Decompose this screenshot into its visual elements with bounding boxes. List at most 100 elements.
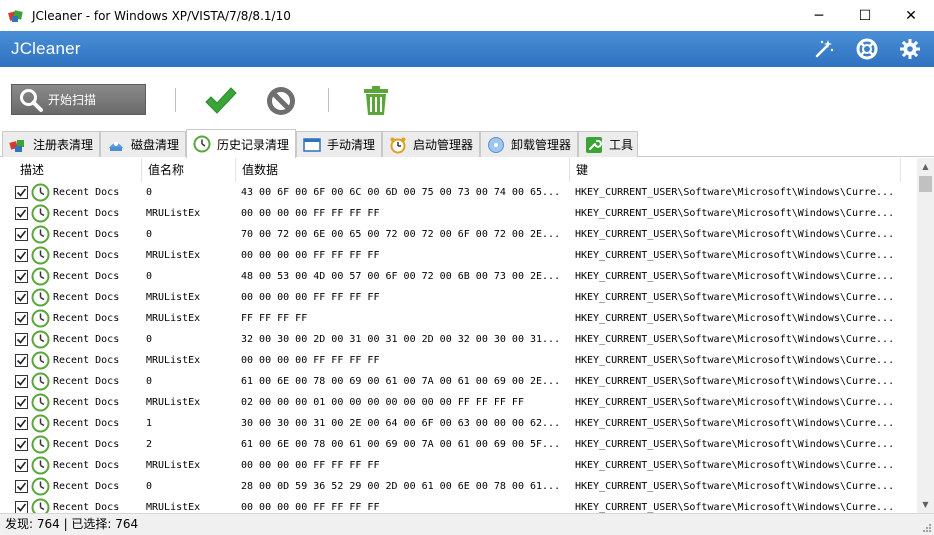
row-checkbox[interactable] (15, 501, 28, 513)
row-checkbox[interactable] (15, 459, 28, 472)
vertical-scrollbar[interactable]: ▲ ▼ (917, 158, 934, 513)
table-row[interactable]: Recent Docs MRUListEx 00 00 00 00 FF FF FF… (0, 497, 917, 513)
table-row[interactable]: Recent Docs 0 61 00 6E 00 78 00 69 00 61 0… (0, 371, 917, 392)
cell-value-data: 00 00 00 00 FF FF FF FF (241, 292, 380, 303)
column-header-key[interactable]: 键 (570, 158, 901, 182)
tab-label: 磁盘清理 (131, 138, 180, 152)
maximize-button[interactable]: ☐ (842, 0, 888, 31)
scroll-up-arrow[interactable]: ▲ (917, 158, 934, 175)
history-clock-icon (31, 414, 50, 433)
table-row[interactable]: Recent Docs 0 70 00 72 00 6E 00 65 00 72 0… (0, 224, 917, 245)
scrollbar-thumb[interactable] (919, 176, 932, 192)
cell-value-data: 00 00 00 00 FF FF FF FF (241, 460, 380, 471)
cell-key: HKEY_CURRENT_USER\Software\Microsoft\Win… (575, 397, 895, 408)
cell-key: HKEY_CURRENT_USER\Software\Microsoft\Win… (575, 481, 895, 492)
cell-value-name: MRUListEx (146, 460, 201, 471)
tab-history-clean[interactable]: 历史记录清理 (186, 129, 296, 158)
row-checkbox[interactable] (15, 354, 28, 367)
history-clock-icon (31, 351, 50, 370)
wrench-icon (586, 136, 602, 153)
scroll-down-arrow[interactable]: ▼ (917, 496, 934, 513)
column-header-value-data[interactable]: 值数据 (236, 158, 570, 182)
registry-icon (9, 139, 24, 152)
table-row[interactable]: Recent Docs MRUListEx 00 00 00 00 FF FF FF… (0, 245, 917, 266)
column-header-value-name[interactable]: 值名称 (142, 158, 236, 182)
app-header: JCleaner (0, 31, 934, 67)
close-button[interactable]: ✕ (888, 0, 934, 31)
cell-value-data: 43 00 6F 00 6F 00 6C 00 6D 00 75 00 73 0… (241, 187, 561, 198)
table-row[interactable]: Recent Docs MRUListEx 00 00 00 00 FF FF FF… (0, 287, 917, 308)
row-checkbox[interactable] (15, 333, 28, 346)
row-checkbox[interactable] (15, 438, 28, 451)
table-row[interactable]: Recent Docs MRUListEx 02 00 00 00 01 00 00… (0, 392, 917, 413)
cell-key: HKEY_CURRENT_USER\Software\Microsoft\Win… (575, 187, 895, 198)
cell-key: HKEY_CURRENT_USER\Software\Microsoft\Win… (575, 460, 895, 471)
history-clock-icon (31, 288, 50, 307)
row-checkbox[interactable] (15, 417, 28, 430)
tab-tools[interactable]: 工具 (578, 131, 638, 157)
table-row[interactable]: Recent Docs MRUListEx 00 00 00 00 FF FF FF… (0, 203, 917, 224)
row-checkbox[interactable] (15, 396, 28, 409)
disk-icon (109, 141, 123, 151)
table-row[interactable]: Recent Docs 1 30 00 30 00 31 00 2E 00 64 0… (0, 413, 917, 434)
cancel-icon[interactable] (264, 84, 298, 118)
resize-grip-icon[interactable] (921, 522, 931, 532)
trash-icon[interactable] (359, 84, 393, 118)
start-scan-button[interactable]: 开始扫描 (11, 84, 146, 115)
history-clock-icon (31, 456, 50, 475)
row-checkbox[interactable] (15, 249, 28, 262)
row-checkbox[interactable] (15, 291, 28, 304)
table-row[interactable]: Recent Docs 0 28 00 0D 59 36 52 29 00 2D 0… (0, 476, 917, 497)
history-clock-icon (31, 435, 50, 454)
cell-description: Recent Docs (53, 460, 120, 471)
tab-registry-clean[interactable]: 注册表清理 (2, 131, 100, 157)
cell-value-data: 00 00 00 00 FF FF FF FF (241, 502, 380, 513)
cell-description: Recent Docs (53, 418, 120, 429)
table-row[interactable]: Recent Docs 0 43 00 6F 00 6F 00 6C 00 6D 0… (0, 182, 917, 203)
checkmark-icon[interactable] (203, 84, 237, 118)
table-row[interactable]: Recent Docs 0 32 00 30 00 2D 00 31 00 31 0… (0, 329, 917, 350)
row-checkbox[interactable] (15, 186, 28, 199)
minimize-button[interactable]: ─ (796, 0, 842, 31)
table-row[interactable]: Recent Docs MRUListEx FF FF FF FF HKEY_CURR… (0, 308, 917, 329)
cell-value-name: MRUListEx (146, 313, 201, 324)
gear-icon[interactable] (899, 38, 921, 60)
cell-value-name: 1 (146, 418, 153, 429)
table-row[interactable]: Recent Docs MRUListEx 00 00 00 00 FF FF FF… (0, 455, 917, 476)
cd-icon (488, 136, 504, 153)
row-checkbox[interactable] (15, 312, 28, 325)
cell-key: HKEY_CURRENT_USER\Software\Microsoft\Win… (575, 208, 895, 219)
row-checkbox[interactable] (15, 270, 28, 283)
row-checkbox[interactable] (15, 228, 28, 241)
table-row[interactable]: Recent Docs 0 48 00 53 00 4D 00 57 00 6F 0… (0, 266, 917, 287)
lifebuoy-icon[interactable] (856, 38, 878, 60)
tab-manual-clean[interactable]: 手动清理 (296, 131, 382, 157)
cell-description: Recent Docs (53, 502, 120, 513)
tab-disk-clean[interactable]: 磁盘清理 (100, 131, 186, 157)
cell-description: Recent Docs (53, 439, 120, 450)
window-icon (303, 137, 321, 152)
cell-value-data: 30 00 30 00 31 00 2E 00 64 00 6F 00 63 0… (241, 418, 561, 429)
cell-description: Recent Docs (53, 187, 120, 198)
cell-description: Recent Docs (53, 271, 120, 282)
app-window: JCleaner - for Windows XP/VISTA/7/8/8.1/… (0, 0, 934, 535)
row-checkbox[interactable] (15, 480, 28, 493)
cell-value-name: MRUListEx (146, 397, 201, 408)
table-row[interactable]: Recent Docs MRUListEx 00 00 00 00 FF FF FF… (0, 350, 917, 371)
cell-description: Recent Docs (53, 313, 120, 324)
table-row[interactable]: Recent Docs 2 61 00 6E 00 78 00 61 00 69 0… (0, 434, 917, 455)
row-checkbox[interactable] (15, 375, 28, 388)
column-header-description[interactable]: 描述 (14, 158, 142, 182)
cell-value-name: 0 (146, 187, 153, 198)
history-clock-icon (193, 135, 211, 153)
app-brand: JCleaner (11, 39, 81, 58)
alarm-clock-icon (390, 137, 406, 153)
history-clock-icon (31, 309, 50, 328)
table-header: 描述 值名称 值数据 键 (0, 158, 917, 182)
jcleaner-app-icon (8, 8, 24, 24)
magic-wand-icon[interactable] (813, 38, 835, 60)
history-clock-icon (31, 183, 50, 202)
tab-startup-manager[interactable]: 启动管理器 (382, 131, 480, 157)
tab-uninstall-manager[interactable]: 卸载管理器 (480, 131, 578, 157)
row-checkbox[interactable] (15, 207, 28, 220)
